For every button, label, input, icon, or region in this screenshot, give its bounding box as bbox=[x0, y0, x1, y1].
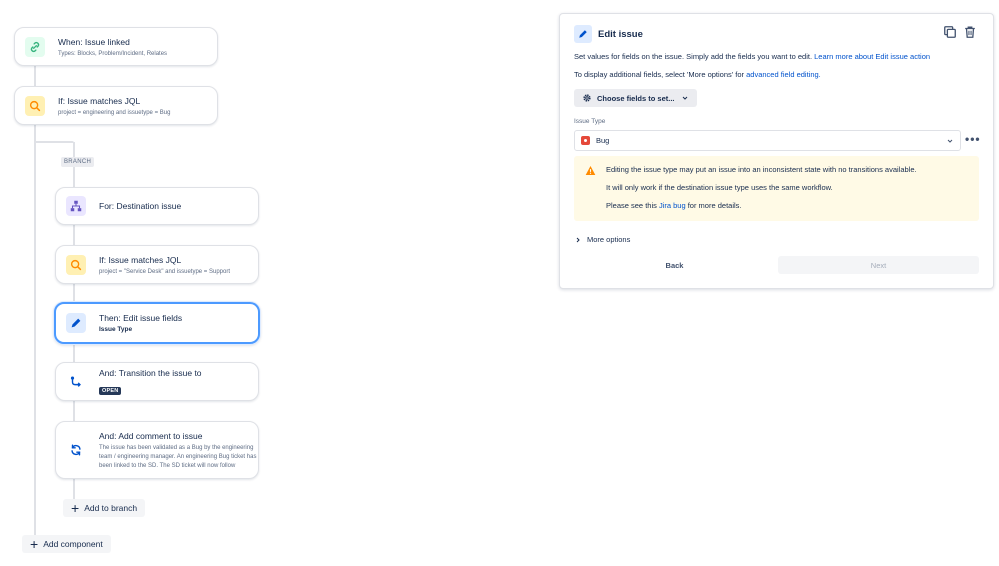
add-comment-title: And: Add comment to issue bbox=[99, 430, 203, 441]
link-icon bbox=[25, 36, 45, 57]
jira-bug-link[interactable]: Jira bug bbox=[659, 201, 686, 210]
add-comment-card[interactable]: And: Add comment to issue The issue has … bbox=[55, 421, 259, 479]
condition-subtitle: project = engineering and issuetype = Bu… bbox=[58, 109, 171, 116]
warning-line-3: Please see this Jira bug for more detail… bbox=[606, 201, 742, 210]
branch-connector-3 bbox=[73, 284, 75, 302]
intro-text: Set values for fields on the issue. Simp… bbox=[574, 52, 930, 61]
for-destination-title: For: Destination issue bbox=[99, 201, 182, 211]
warning-icon bbox=[585, 165, 596, 176]
plus-icon: + bbox=[71, 500, 80, 516]
edit-issue-panel: Edit issue Set values for fields on the … bbox=[559, 13, 994, 289]
pencil-icon bbox=[574, 25, 592, 43]
more-actions-icon[interactable]: ••• bbox=[965, 132, 981, 146]
add-comment-body: The issue has been validated as a Bug by… bbox=[99, 444, 257, 469]
warning-line-3-before: Please see this bbox=[606, 201, 659, 210]
choose-fields-button[interactable]: Choose fields to set... bbox=[574, 89, 697, 107]
trigger-subtitle: Types: Blocks, Problem/Incident, Relates bbox=[58, 50, 168, 57]
search-icon bbox=[66, 254, 86, 275]
refresh-icon bbox=[66, 440, 86, 460]
warning-line-3-after: for more details. bbox=[685, 201, 742, 210]
condition-card[interactable]: If: Issue matches JQL project = engineer… bbox=[14, 86, 218, 125]
add-component-label: Add component bbox=[43, 539, 103, 549]
bug-icon bbox=[581, 136, 590, 145]
issue-type-select[interactable]: Bug bbox=[574, 130, 961, 151]
edit-issue-subtitle: Issue Type bbox=[99, 326, 133, 333]
for-destination-card[interactable]: For: Destination issue bbox=[55, 187, 259, 225]
trash-icon[interactable] bbox=[963, 25, 977, 39]
choose-fields-label: Choose fields to set... bbox=[597, 93, 675, 103]
chevron-down-icon bbox=[946, 137, 954, 145]
add-component-button[interactable]: + Add component bbox=[22, 535, 111, 553]
warning-line-1: Editing the issue type may put an issue … bbox=[606, 165, 917, 174]
chevron-right-icon bbox=[574, 236, 582, 244]
branch-connector bbox=[34, 141, 74, 143]
branch-connector-6 bbox=[73, 479, 75, 499]
condition-title: If: Issue matches JQL bbox=[58, 95, 141, 106]
duplicate-icon[interactable] bbox=[943, 25, 957, 39]
issue-type-label: Issue Type bbox=[574, 118, 606, 125]
learn-more-link[interactable]: Learn more about Edit issue action bbox=[814, 52, 930, 61]
trigger-title: When: Issue linked bbox=[58, 36, 130, 47]
more-options-label: More options bbox=[587, 235, 631, 244]
more-options-toggle[interactable]: More options bbox=[574, 235, 630, 244]
branch-connector-4 bbox=[73, 344, 75, 362]
additional-text-body: To display additional fields, select 'Mo… bbox=[574, 70, 747, 79]
warning-line-2: It will only work if the destination iss… bbox=[606, 183, 833, 192]
intro-text-body: Set values for fields on the issue. Simp… bbox=[574, 52, 815, 61]
branch-condition-subtitle: project = "Service Desk" and issuetype =… bbox=[99, 268, 230, 275]
branch-condition-title: If: Issue matches JQL bbox=[99, 254, 182, 265]
search-icon bbox=[25, 95, 45, 116]
add-to-branch-button[interactable]: + Add to branch bbox=[63, 499, 146, 517]
main-connector-long bbox=[34, 125, 36, 538]
additional-text: To display additional fields, select 'Mo… bbox=[574, 70, 821, 79]
warning-message: Editing the issue type may put an issue … bbox=[574, 156, 979, 221]
transition-card[interactable]: And: Transition the issue to OPEN bbox=[55, 362, 259, 401]
trigger-card[interactable]: When: Issue linked Types: Blocks, Proble… bbox=[14, 27, 218, 66]
branch-connector-5 bbox=[73, 401, 75, 421]
next-button[interactable]: Next bbox=[778, 256, 979, 274]
status-lozenge: OPEN bbox=[99, 386, 122, 395]
branch-connector-2 bbox=[73, 225, 75, 245]
chevron-down-icon bbox=[681, 94, 689, 102]
transition-title: And: Transition the issue to bbox=[99, 367, 202, 378]
edit-issue-title: Then: Edit issue fields bbox=[99, 313, 183, 323]
panel-title: Edit issue bbox=[598, 28, 643, 40]
edit-issue-card[interactable]: Then: Edit issue fields Issue Type bbox=[54, 302, 260, 344]
main-connector bbox=[34, 66, 36, 86]
branch-label: BRANCH bbox=[61, 157, 95, 167]
back-button[interactable]: Back bbox=[574, 256, 775, 274]
branch-condition-card[interactable]: If: Issue matches JQL project = "Service… bbox=[55, 245, 259, 284]
transition-icon bbox=[66, 372, 86, 392]
pencil-icon bbox=[66, 313, 86, 333]
plus-icon: + bbox=[30, 536, 39, 552]
issue-type-value: Bug bbox=[596, 136, 610, 145]
hierarchy-icon bbox=[66, 196, 86, 216]
gear-icon bbox=[582, 93, 592, 103]
add-to-branch-label: Add to branch bbox=[84, 503, 138, 513]
advanced-field-editing-link[interactable]: advanced field editing. bbox=[746, 70, 821, 79]
